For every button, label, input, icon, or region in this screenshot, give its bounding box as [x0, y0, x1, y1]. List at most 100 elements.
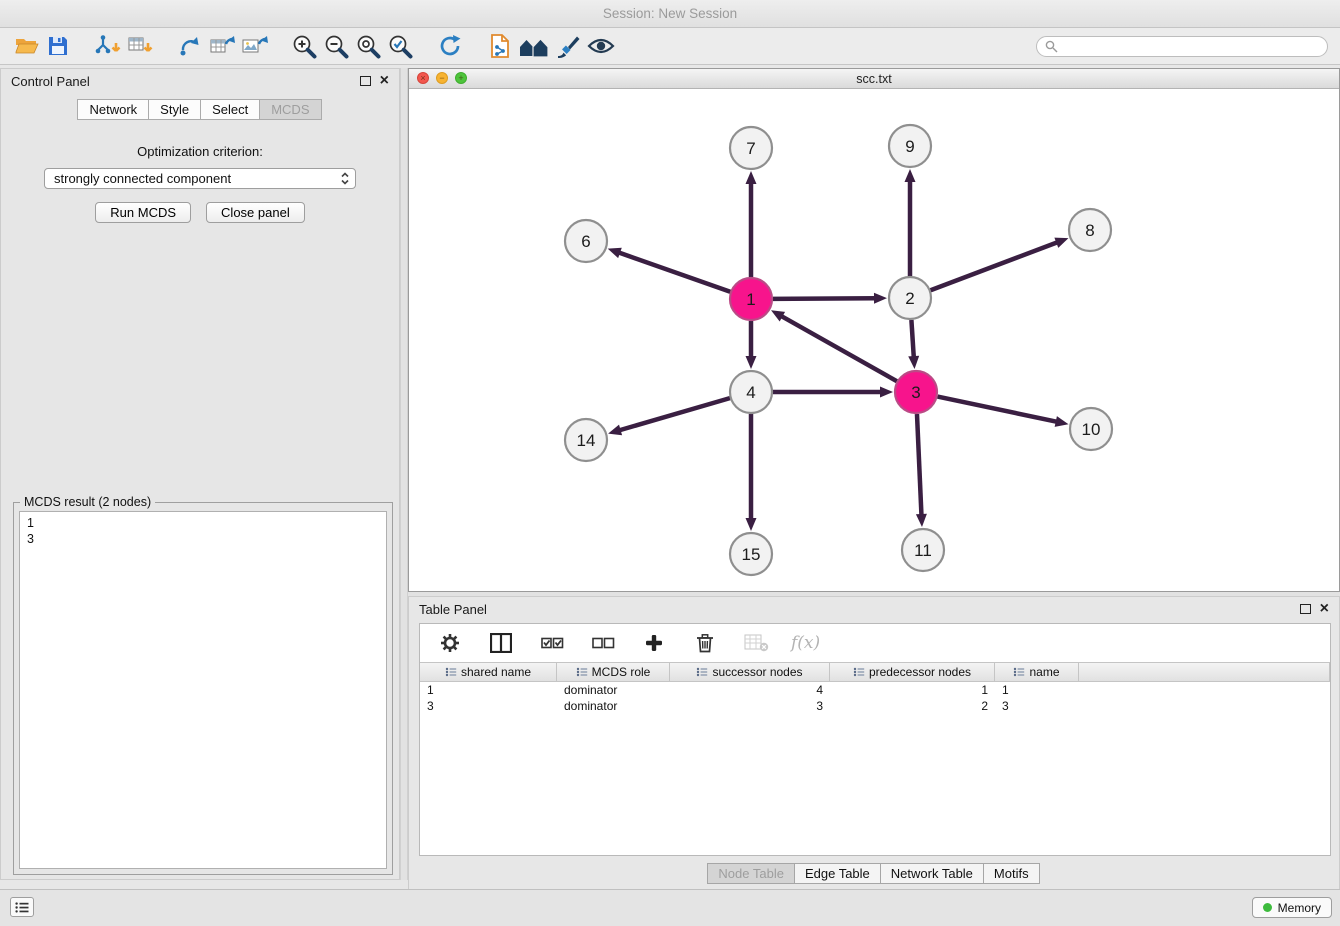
list-icon — [15, 902, 29, 913]
column-sort-icon — [445, 667, 457, 677]
graph-edge-3-10[interactable] — [938, 397, 1058, 422]
graph-edge-2-3[interactable] — [911, 320, 913, 358]
column-header-mcds-role[interactable]: MCDS role — [557, 663, 670, 681]
open-file-icon[interactable] — [12, 31, 40, 61]
table-cell[interactable]: 1 — [420, 682, 557, 698]
deselect-all-checkboxes-icon[interactable] — [589, 628, 617, 658]
window-title: Session: New Session — [603, 6, 737, 21]
add-row-plus-icon[interactable] — [640, 628, 668, 658]
tab-motifs[interactable]: Motifs — [983, 863, 1040, 884]
status-bar: Memory — [0, 889, 1340, 926]
close-panel-icon[interactable]: × — [380, 73, 389, 89]
graph-node-15[interactable]: 15 — [730, 533, 772, 575]
graph-node-2[interactable]: 2 — [889, 277, 931, 319]
optimization-dropdown[interactable]: strongly connected component — [44, 168, 356, 189]
graph-node-1[interactable]: 1 — [730, 278, 772, 320]
zoom-fit-content-icon[interactable] — [354, 31, 382, 61]
graph-edge-3-11[interactable] — [917, 414, 922, 516]
graph-node-3[interactable]: 3 — [895, 371, 937, 413]
zoom-selected-icon[interactable] — [386, 31, 414, 61]
graph-node-label: 14 — [577, 431, 596, 450]
memory-button[interactable]: Memory — [1252, 897, 1332, 918]
graph-node-4[interactable]: 4 — [730, 371, 772, 413]
tab-node-table[interactable]: Node Table — [707, 863, 795, 884]
close-table-panel-icon[interactable]: × — [1320, 601, 1329, 617]
table-cell[interactable]: 4 — [670, 682, 830, 698]
graph-node-11[interactable]: 11 — [902, 529, 944, 571]
close-window-icon[interactable]: × — [417, 72, 429, 84]
toggle-columns-icon[interactable] — [487, 628, 515, 658]
tab-mcds[interactable]: MCDS — [259, 99, 321, 120]
network-graph[interactable]: 1 2 3 4 6 7 8 9 10 11 14 15 — [409, 88, 1339, 591]
select-all-checkboxes-icon[interactable] — [538, 628, 566, 658]
table-row[interactable]: 1dominator411 — [420, 682, 1330, 698]
tab-network[interactable]: Network — [77, 99, 149, 120]
column-header-shared-name[interactable]: shared name — [420, 663, 557, 681]
zoom-in-icon[interactable] — [290, 31, 318, 61]
delete-rows-trash-icon[interactable] — [691, 628, 719, 658]
control-panel-tabbar: NetworkStyleSelectMCDS — [1, 99, 399, 120]
float-panel-icon[interactable] — [360, 76, 371, 86]
network-window-titlebar: × − + scc.txt — [409, 69, 1339, 89]
table-tabbar: Node TableEdge TableNetwork TableMotifs — [409, 863, 1339, 884]
export-table-icon[interactable] — [208, 31, 236, 61]
export-image-icon[interactable] — [240, 31, 268, 61]
vertical-splitter[interactable] — [400, 68, 408, 880]
graph-edge-1-6[interactable] — [618, 252, 730, 291]
table-cell[interactable]: 3 — [995, 698, 1079, 714]
new-network-view-icon[interactable] — [176, 31, 204, 61]
table-cell[interactable]: 3 — [670, 698, 830, 714]
import-network-icon[interactable] — [94, 31, 122, 61]
graph-node-8[interactable]: 8 — [1069, 209, 1111, 251]
window-controls: × − + — [417, 72, 467, 84]
table-cell[interactable]: dominator — [557, 698, 670, 714]
run-mcds-button[interactable]: Run MCDS — [95, 202, 191, 223]
graph-edge-arrowhead — [916, 514, 927, 527]
graph-node-14[interactable]: 14 — [565, 419, 607, 461]
zoom-out-icon[interactable] — [322, 31, 350, 61]
network-canvas[interactable]: 1 2 3 4 6 7 8 9 10 11 14 15 — [409, 88, 1339, 591]
table-header-row: shared nameMCDS rolesuccessor nodesprede… — [420, 662, 1330, 682]
column-header-predecessor-nodes[interactable]: predecessor nodes — [830, 663, 995, 681]
style-brush-icon[interactable] — [554, 31, 582, 61]
graph-edge-4-14[interactable] — [619, 398, 730, 430]
table-cell[interactable]: 2 — [830, 698, 995, 714]
column-header-successor-nodes[interactable]: successor nodes — [670, 663, 830, 681]
graph-node-6[interactable]: 6 — [565, 220, 607, 262]
graph-node-7[interactable]: 7 — [730, 127, 772, 169]
maximize-window-icon[interactable]: + — [455, 72, 467, 84]
search-input[interactable] — [1063, 38, 1319, 54]
mcds-buttons-row: Run MCDS Close panel — [1, 202, 399, 223]
table-cell[interactable]: 1 — [995, 682, 1079, 698]
graph-edge-1-2[interactable] — [773, 298, 876, 299]
refresh-layout-icon[interactable] — [436, 31, 464, 61]
import-table-icon[interactable] — [126, 31, 154, 61]
tab-network-table[interactable]: Network Table — [880, 863, 984, 884]
graph-edge-arrowhead — [905, 169, 916, 182]
graph-edge-3-1[interactable] — [781, 316, 897, 382]
tab-style[interactable]: Style — [148, 99, 201, 120]
show-hide-icon[interactable] — [586, 31, 616, 61]
search-box[interactable] — [1036, 36, 1328, 57]
tab-select[interactable]: Select — [200, 99, 260, 120]
float-table-panel-icon[interactable] — [1300, 604, 1311, 614]
table-cell[interactable]: 3 — [420, 698, 557, 714]
graph-node-label: 7 — [746, 139, 755, 158]
minimize-window-icon[interactable]: − — [436, 72, 448, 84]
table-settings-gear-icon[interactable] — [436, 628, 464, 658]
graph-edge-2-8[interactable] — [931, 242, 1059, 290]
network-document-icon[interactable] — [486, 31, 514, 61]
table-cell[interactable]: dominator — [557, 682, 670, 698]
graph-node-10[interactable]: 10 — [1070, 408, 1112, 450]
column-header-name[interactable]: name — [995, 663, 1079, 681]
close-panel-button[interactable]: Close panel — [206, 202, 305, 223]
graph-edge-arrowhead — [746, 356, 757, 369]
graph-node-9[interactable]: 9 — [889, 125, 931, 167]
save-session-icon[interactable] — [44, 31, 72, 61]
table-row[interactable]: 3dominator323 — [420, 698, 1330, 714]
tab-edge-table[interactable]: Edge Table — [794, 863, 881, 884]
table-cell[interactable]: 1 — [830, 682, 995, 698]
first-neighbors-icon[interactable] — [518, 31, 550, 61]
task-history-button[interactable] — [10, 897, 34, 917]
graph-node-label: 3 — [911, 383, 920, 402]
